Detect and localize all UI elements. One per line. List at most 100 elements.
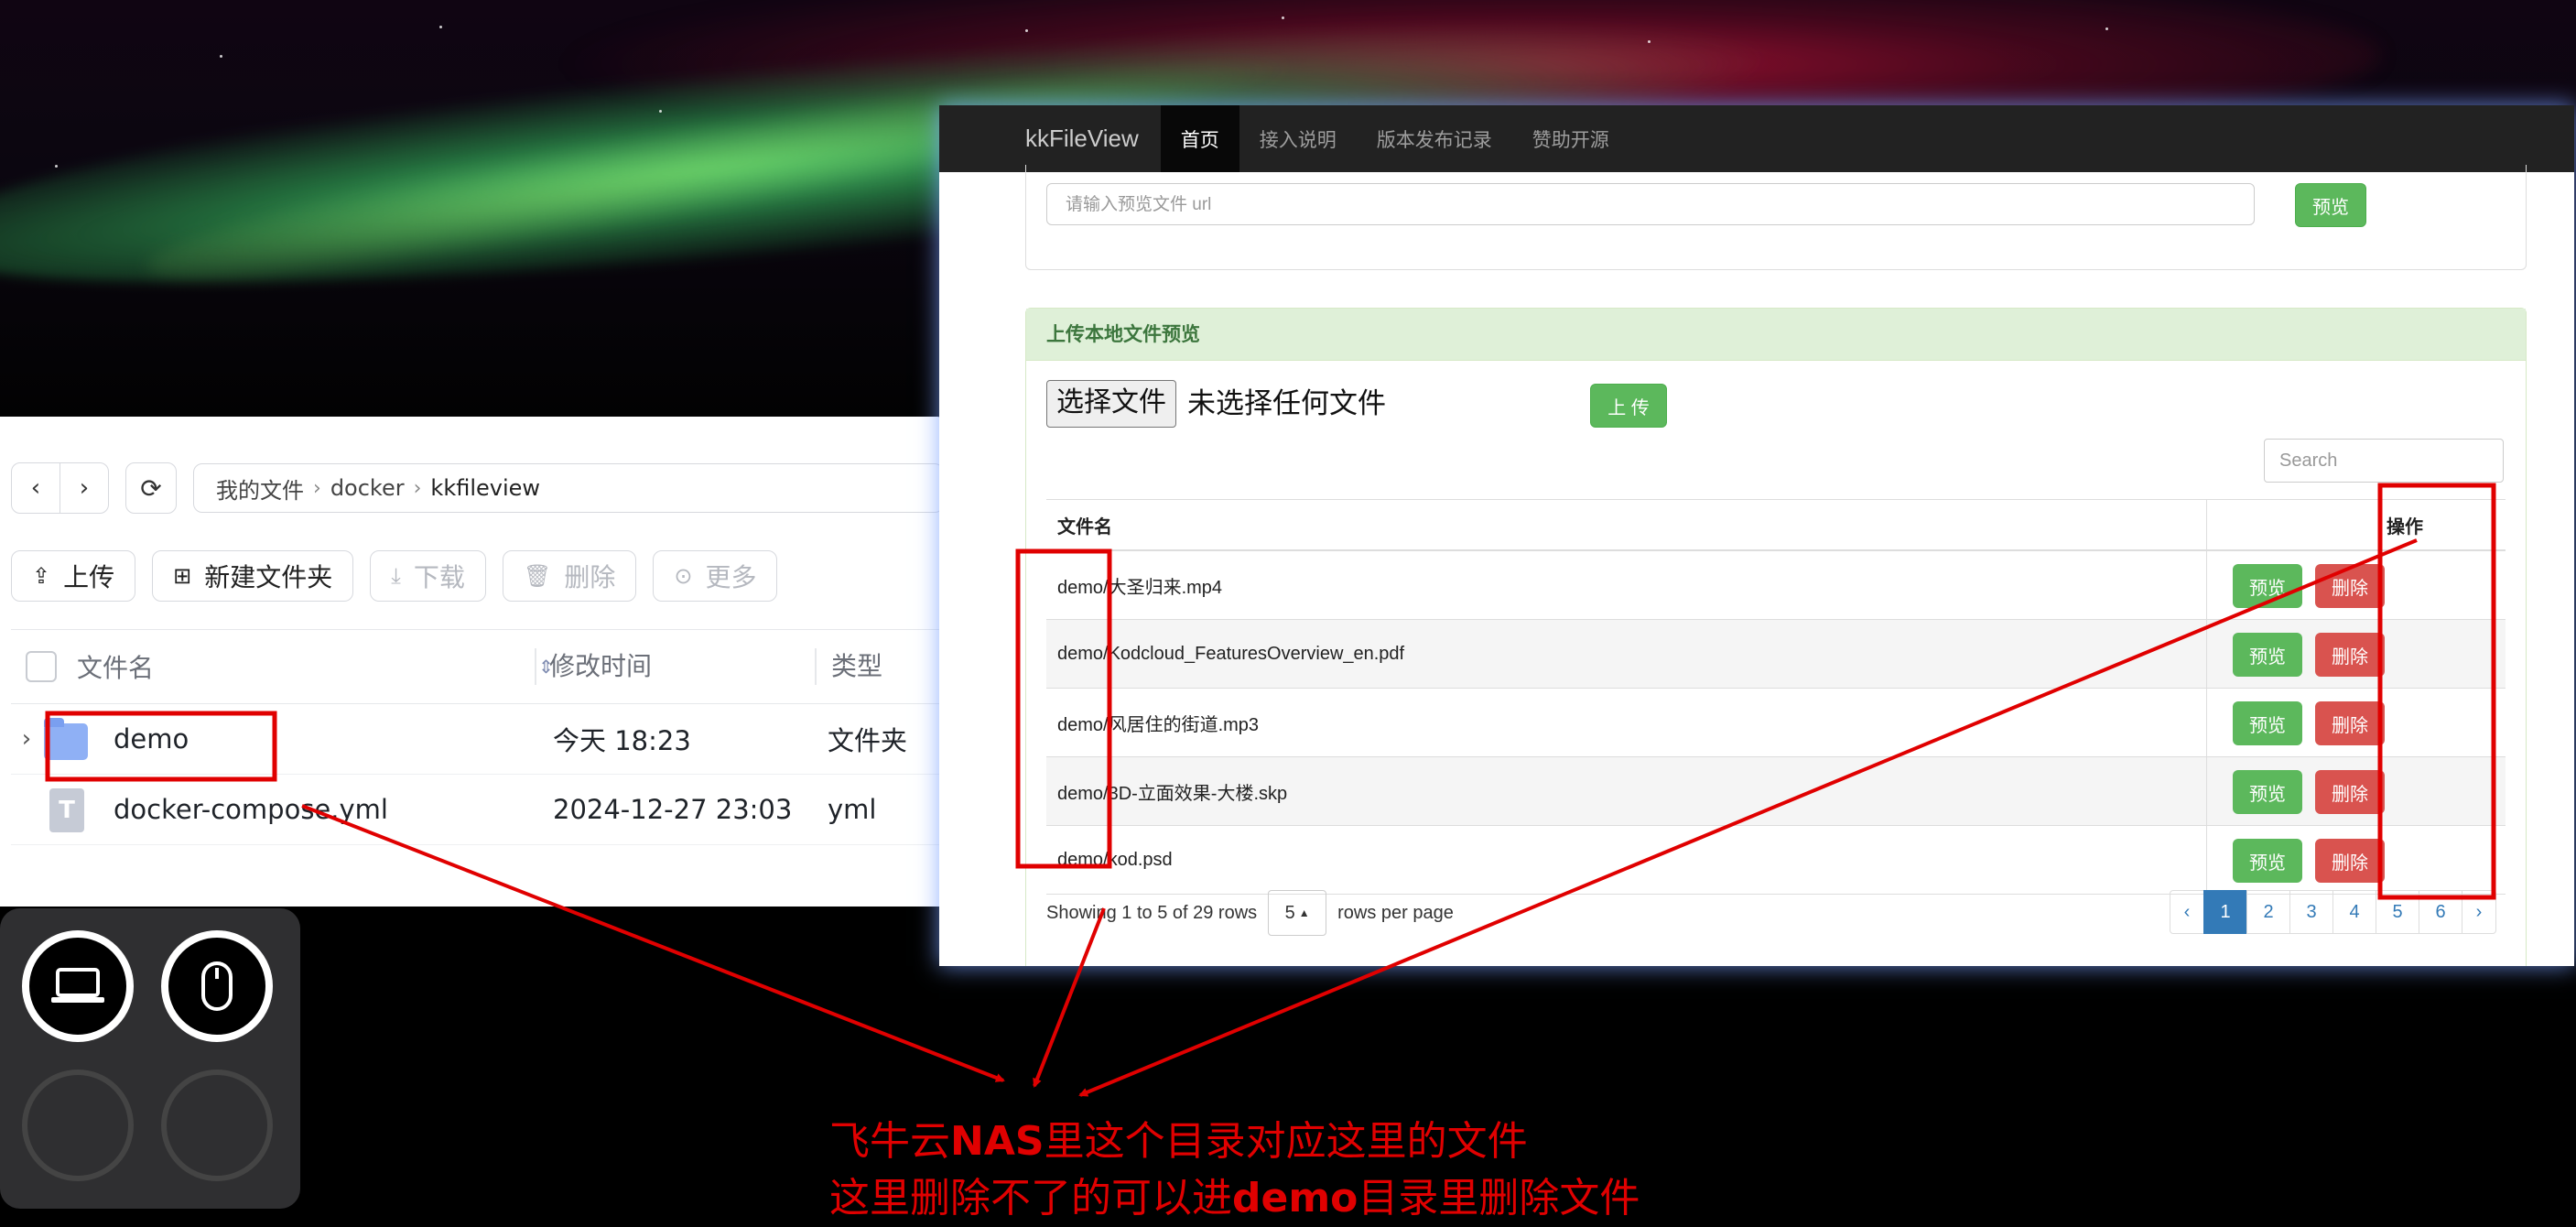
preview-button[interactable]: 预览 [2233,564,2302,608]
page-body: 请输入预览文件 url 预览 上传本地文件预览 选择文件 未选择任何文件 上 传… [939,165,2574,966]
laptop-icon[interactable] [22,930,134,1042]
pagination-info: Showing 1 to 5 of 29 rows 5 ▲ rows per p… [1046,890,1454,936]
download-button[interactable]: ⤓ 下载 [370,550,486,602]
chevron-right-icon[interactable]: › [60,463,108,513]
upload-label: 上传 [63,562,115,592]
annotation-caption: 飞牛云NAS里这个目录对应这里的文件 这里删除不了的可以进demo目录里删除文件 [829,1113,1640,1227]
url-input[interactable]: 请输入预览文件 url [1046,183,2255,225]
breadcrumb-separator-icon: › [313,476,321,500]
file-table: 文件名 操作 demo/大圣归来.mp4 预览 删除 demo/Kodcloud… [1046,499,2506,895]
empty-slot-icon[interactable] [161,1070,273,1181]
tab-integration-guide[interactable]: 接入说明 [1239,105,1357,172]
sort-icon[interactable]: ⇕ [538,656,554,678]
expand-chevron-icon[interactable]: › [11,725,42,753]
file-name-cell: demo/3D-立面效果-大楼.skp [1046,756,2207,826]
delete-button[interactable]: 删除 [2315,701,2385,745]
file-list: 文件名 ⇕ 修改时间 类型 › demo 今天 18:23 文件夹 T dock… [11,629,945,845]
upload-submit-button[interactable]: 上 传 [1590,384,1667,428]
page-button-5[interactable]: 5 [2376,890,2419,934]
upload-panel-title: 上传本地文件预览 [1026,309,2526,361]
caption-fragment: 里这个目录对应这里的文件 [1044,1118,1528,1165]
brand-logo[interactable]: kkFileView [1025,105,1139,172]
table-row: demo/大圣归来.mp4 预览 删除 [1046,550,2506,620]
column-filename-header[interactable]: 文件名 [1046,499,2207,551]
new-folder-label: 新建文件夹 [204,562,333,592]
new-folder-icon: ⊞ [173,563,192,589]
kkfileview-window: kkFileView 首页 接入说明 版本发布记录 赞助开源 请输入预览文件 u… [939,105,2574,966]
trash-icon: 🗑 [523,563,552,589]
ops-cell: 预览 删除 [2206,756,2506,826]
page-button-6[interactable]: 6 [2419,890,2462,934]
page-button-4[interactable]: 4 [2332,890,2376,934]
file-list-header: 文件名 ⇕ 修改时间 类型 [11,629,945,704]
file-modified: 今天 18:23 [553,725,691,756]
file-toolbar: ⇪ 上传 ⊞ 新建文件夹 ⤓ 下载 🗑 删除 ⊙ 更多 [11,550,778,602]
refresh-icon[interactable]: ⟳ [125,462,177,514]
column-modified-header[interactable]: 修改时间 [535,648,815,685]
caption-fragment: NAS [950,1118,1044,1165]
page-next-button[interactable]: › [2462,890,2496,934]
page-button-3[interactable]: 3 [2289,890,2333,934]
delete-button[interactable]: 删除 [2315,564,2385,608]
delete-button[interactable]: 🗑 删除 [502,550,637,602]
search-input[interactable]: Search [2264,439,2504,483]
preview-url-button[interactable]: 预览 [2295,183,2366,227]
tab-release-notes[interactable]: 版本发布记录 [1357,105,1512,172]
breadcrumb-item[interactable]: docker [330,475,405,501]
url-preview-panel: 请输入预览文件 url 预览 [1025,165,2527,270]
table-row: demo/风居住的街道.mp3 预览 删除 [1046,688,2506,757]
choose-file-button[interactable]: 选择文件 [1046,380,1176,428]
file-type: 文件夹 [828,725,908,756]
delete-label: 删除 [564,562,616,592]
caret-up-icon: ▲ [1298,907,1310,919]
delete-button[interactable]: 删除 [2315,770,2385,814]
empty-slot-icon[interactable] [22,1070,134,1181]
preview-button[interactable]: 预览 [2233,633,2302,677]
column-name-header[interactable]: 文件名 [77,648,535,685]
file-name-cell: demo/Kodcloud_FeaturesOverview_en.pdf [1046,619,2207,689]
page-prev-button[interactable]: ‹ [2170,890,2204,934]
table-header-row: 文件名 操作 [1046,499,2506,551]
caption-fragment: 飞牛云 [829,1118,950,1165]
rows-per-page-label: rows per page [1337,902,1454,923]
select-all-checkbox[interactable] [26,651,57,682]
more-icon: ⊙ [674,563,693,589]
file-type: yml [828,794,877,825]
ops-cell: 预览 删除 [2206,550,2506,620]
table-row: demo/Kodcloud_FeaturesOverview_en.pdf 预览… [1046,619,2506,689]
file-name: docker-compose.yml [114,794,388,825]
file-modified: 2024-12-27 23:03 [553,794,793,825]
file-row[interactable]: T docker-compose.yml 2024-12-27 23:03 ym… [11,775,945,845]
text-file-icon: T [44,788,90,832]
delete-button[interactable]: 删除 [2315,633,2385,677]
new-folder-button[interactable]: ⊞ 新建文件夹 [152,550,354,602]
file-name-cell: demo/kod.psd [1046,825,2207,895]
column-type-header[interactable]: 类型 [815,648,882,685]
more-label: 更多 [705,562,757,592]
breadcrumb-separator-icon: › [413,476,422,500]
mouse-icon[interactable] [161,930,273,1042]
more-button[interactable]: ⊙ 更多 [653,550,778,602]
upload-button[interactable]: ⇪ 上传 [11,550,136,602]
file-name-cell: demo/大圣归来.mp4 [1046,550,2207,620]
caption-line-1: 飞牛云NAS里这个目录对应这里的文件 [829,1113,1640,1170]
page-size-select[interactable]: 5 ▲ [1268,890,1327,936]
file-row[interactable]: › demo 今天 18:23 文件夹 [11,704,945,775]
tab-sponsor[interactable]: 赞助开源 [1512,105,1629,172]
no-file-label: 未选择任何文件 [1187,387,1386,420]
preview-button[interactable]: 预览 [2233,770,2302,814]
file-manager-window: ‹ › ⟳ 我的文件 › docker › kkfileview ⇪ 上传 ⊞ … [0,417,945,907]
caption-fragment: 目录里删除文件 [1358,1175,1640,1222]
delete-button[interactable]: 删除 [2315,839,2385,883]
breadcrumb-item[interactable]: 我的文件 [216,472,304,505]
preview-button[interactable]: 预览 [2233,839,2302,883]
page-button-1[interactable]: 1 [2203,890,2247,934]
tab-home[interactable]: 首页 [1160,105,1239,172]
page-button-2[interactable]: 2 [2246,890,2290,934]
download-icon: ⤓ [391,563,401,589]
chevron-left-icon[interactable]: ‹ [12,463,60,513]
file-name: demo [114,723,189,755]
preview-button[interactable]: 预览 [2233,701,2302,745]
folder-icon [44,718,90,760]
history-nav-group: ‹ › [11,462,109,514]
